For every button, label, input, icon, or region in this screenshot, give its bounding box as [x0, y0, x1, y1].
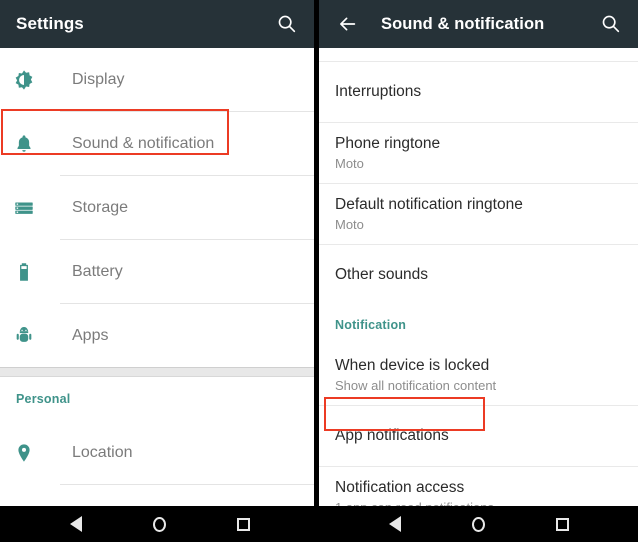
- list-item-notification-access[interactable]: Notification access 1 app can read notif…: [319, 467, 638, 506]
- section-header-label: Notification: [335, 318, 407, 332]
- list-item-other-sounds[interactable]: Other sounds: [319, 245, 638, 305]
- sidebar-item-battery[interactable]: Battery: [0, 240, 314, 303]
- sidebar-item-label: Display: [72, 70, 125, 88]
- list-item-title: Phone ringtone: [335, 134, 441, 152]
- page-title: Sound & notification: [381, 14, 545, 33]
- list-item-title: Notification access: [335, 478, 465, 496]
- sound-notification-panel: Sound & notification Also vibrate for ca…: [319, 0, 638, 506]
- sidebar-item-display[interactable]: Display: [0, 48, 314, 111]
- back-button[interactable]: [378, 507, 412, 541]
- list-item-title: App notifications: [335, 427, 449, 444]
- storage-icon: [12, 196, 36, 220]
- back-button[interactable]: [59, 507, 93, 541]
- list-item-app-notifications[interactable]: App notifications: [319, 406, 638, 466]
- navigation-bars: [0, 506, 638, 542]
- sidebar-item-label: Battery: [72, 262, 123, 280]
- sidebar-item-sound-notification[interactable]: Sound & notification: [0, 112, 314, 175]
- location-pin-icon: [12, 441, 36, 465]
- list-item-title: Other sounds: [335, 266, 429, 283]
- list-item-subtitle: Moto: [335, 155, 364, 171]
- list-item-interruptions[interactable]: Interruptions: [319, 62, 638, 122]
- sidebar-item-label: Apps: [72, 326, 109, 344]
- list-item-also-vibrate-for-calls[interactable]: Also vibrate for calls: [319, 48, 638, 61]
- navbar-right: [319, 506, 638, 542]
- list-item-subtitle: 1 app can read notifications: [335, 499, 494, 507]
- bell-icon: [12, 132, 36, 156]
- panel-divider: [314, 0, 319, 506]
- section-header-label: Personal: [16, 392, 71, 406]
- settings-panel: Settings Display Sound & notification St…: [0, 0, 314, 506]
- recents-button[interactable]: [545, 507, 579, 541]
- sidebar-item-apps[interactable]: Apps: [0, 304, 314, 367]
- settings-list: Display Sound & notification Storage Bat…: [0, 48, 314, 506]
- back-arrow-icon[interactable]: [333, 9, 363, 39]
- sidebar-item-label: Location: [72, 443, 133, 461]
- home-button[interactable]: [461, 507, 495, 541]
- list-item-title: Interruptions: [335, 83, 422, 100]
- section-header-personal: Personal: [0, 377, 314, 421]
- dual-screenshot: Settings Display Sound & notification St…: [0, 0, 638, 542]
- sidebar-item-security[interactable]: Security: [0, 485, 314, 506]
- sidebar-item-label: Storage: [72, 198, 129, 216]
- brightness-icon: [12, 68, 36, 92]
- list-item-phone-ringtone[interactable]: Phone ringtone Moto: [319, 123, 638, 183]
- sidebar-item-location[interactable]: Location: [0, 421, 314, 484]
- list-item-subtitle: Moto: [335, 216, 364, 232]
- home-button[interactable]: [142, 507, 176, 541]
- search-icon[interactable]: [272, 9, 302, 39]
- section-header-notification: Notification: [319, 305, 638, 345]
- settings-appbar: Settings: [0, 0, 314, 48]
- sidebar-item-label: Sound & notification: [72, 134, 215, 152]
- sound-notification-appbar: Sound & notification: [319, 0, 638, 48]
- page-title: Settings: [16, 14, 84, 33]
- section-separator: [0, 367, 314, 377]
- sidebar-item-storage[interactable]: Storage: [0, 176, 314, 239]
- search-icon[interactable]: [596, 9, 626, 39]
- battery-icon: [12, 260, 36, 284]
- list-item-title: When device is locked: [335, 356, 490, 374]
- list-item-title: Default notification ringtone: [335, 195, 523, 213]
- navbar-left: [0, 506, 319, 542]
- recents-button[interactable]: [226, 507, 260, 541]
- list-item-when-device-is-locked[interactable]: When device is locked Show all notificat…: [319, 345, 638, 405]
- android-robot-icon: [12, 324, 36, 348]
- list-item-subtitle: Show all notification content: [335, 377, 497, 393]
- list-item-default-notification-ringtone[interactable]: Default notification ringtone Moto: [319, 184, 638, 244]
- sound-notification-list: Also vibrate for calls Interruptions Pho…: [319, 48, 638, 506]
